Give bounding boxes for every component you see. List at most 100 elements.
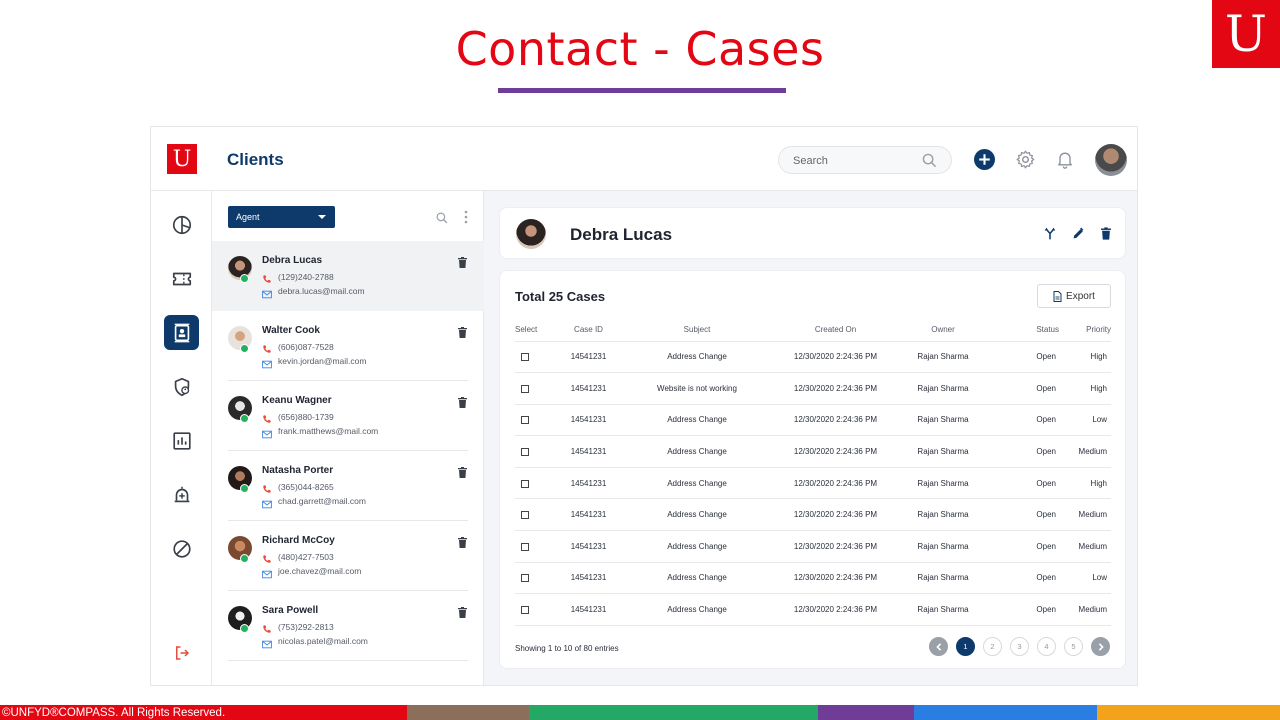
cell-owner: Rajan Sharma: [914, 341, 972, 374]
mail-icon: [262, 356, 272, 374]
cell-subject: Address Change: [637, 435, 757, 468]
cell-select: [515, 530, 540, 563]
trash-icon[interactable]: [458, 605, 467, 623]
cell-select: [515, 341, 540, 374]
column-header-owner[interactable]: Owner: [914, 319, 972, 342]
title-underline: [498, 88, 786, 93]
table-row[interactable]: 14541231 Address Change 12/30/2020 2:24:36…: [515, 593, 1111, 626]
merge-icon[interactable]: [1044, 227, 1056, 245]
page-button[interactable]: 2: [983, 637, 1002, 656]
contact-name: Keanu Wagner: [262, 395, 332, 406]
cell-subject: Address Change: [637, 467, 757, 500]
gear-icon[interactable]: [1014, 148, 1036, 170]
cell-created-on: 12/30/2020 2:24:36 PM: [757, 562, 914, 595]
contact-list-item[interactable]: Debra Lucas (129)240-2788 debra.lucas@ma…: [212, 241, 484, 311]
app-logo[interactable]: U: [167, 144, 197, 174]
app-window: U Clients Search Agent Debra Lucas (129)…: [150, 126, 1138, 686]
logout-button[interactable]: [164, 635, 199, 670]
sidebar-item-contacts[interactable]: [164, 315, 199, 350]
copyright-text: ©UNFYD®COMPASS. All Rights Reserved.: [2, 707, 226, 719]
contact-list-item[interactable]: Natasha Porter (365)044-8265 chad.garret…: [212, 451, 484, 521]
page-button[interactable]: 5: [1064, 637, 1083, 656]
export-button[interactable]: Export: [1037, 284, 1111, 308]
sidebar-rail: [151, 191, 212, 685]
table-row[interactable]: 14541231 Address Change 12/30/2020 2:24:36…: [515, 498, 1111, 532]
search-box[interactable]: [778, 146, 952, 174]
user-avatar[interactable]: [1095, 144, 1127, 176]
row-checkbox[interactable]: [521, 447, 529, 456]
search-input[interactable]: [793, 152, 913, 170]
cell-priority: Medium: [1065, 498, 1111, 532]
table-header-row: Select Case ID Subject Created On Owner …: [515, 319, 1111, 342]
sidebar-item-dashboard[interactable]: [164, 207, 199, 242]
column-header-created-on[interactable]: Created On: [757, 319, 914, 342]
column-header-status[interactable]: Status: [972, 319, 1065, 342]
add-circle-icon[interactable]: [973, 148, 995, 170]
contact-phone: (480)427-7503: [278, 552, 334, 562]
profile-avatar: [516, 219, 546, 249]
cell-created-on: 12/30/2020 2:24:36 PM: [757, 435, 914, 468]
row-checkbox[interactable]: [521, 416, 529, 425]
more-vertical-icon[interactable]: [464, 210, 468, 229]
row-checkbox[interactable]: [521, 353, 529, 362]
column-header-case-id[interactable]: Case ID: [540, 319, 637, 342]
contact-name: Walter Cook: [262, 325, 320, 336]
row-checkbox[interactable]: [521, 479, 529, 488]
table-row[interactable]: 14541231 Address Change 12/30/2020 2:24:36…: [515, 530, 1111, 563]
cell-owner: Rajan Sharma: [914, 498, 972, 532]
cell-status: Open: [972, 498, 1065, 532]
cell-created-on: 12/30/2020 2:24:36 PM: [757, 593, 914, 626]
table-row[interactable]: 14541231 Address Change 12/30/2020 2:24:36…: [515, 341, 1111, 374]
cell-owner: Rajan Sharma: [914, 593, 972, 626]
contact-list-item[interactable]: Walter Cook (606)087-7528 kevin.jordan@m…: [212, 311, 484, 381]
trash-icon[interactable]: [458, 395, 467, 413]
row-checkbox[interactable]: [521, 511, 529, 520]
trash-icon[interactable]: [1101, 227, 1111, 245]
cell-case-id: 14541231: [540, 593, 637, 626]
cell-select: [515, 498, 540, 532]
cell-priority: Medium: [1065, 435, 1111, 468]
column-header-subject[interactable]: Subject: [637, 319, 757, 342]
cell-case-id: 14541231: [540, 530, 637, 563]
row-checkbox[interactable]: [521, 605, 529, 614]
row-checkbox[interactable]: [521, 384, 529, 393]
cell-created-on: 12/30/2020 2:24:36 PM: [757, 341, 914, 374]
edit-icon[interactable]: [1072, 227, 1085, 245]
cell-created-on: 12/30/2020 2:24:36 PM: [757, 498, 914, 532]
next-page-button[interactable]: [1091, 637, 1110, 656]
row-checkbox[interactable]: [521, 574, 529, 583]
column-header-priority[interactable]: Priority: [1065, 319, 1111, 342]
contact-email: kevin.jordan@mail.com: [278, 356, 367, 366]
contact-phone: (606)087-7528: [278, 342, 334, 352]
contact-list-item[interactable]: Keanu Wagner (656)880-1739 frank.matthew…: [212, 381, 484, 451]
agent-filter-dropdown[interactable]: Agent: [228, 206, 335, 228]
sidebar-item-tickets[interactable]: [164, 261, 199, 296]
prev-page-button[interactable]: [929, 637, 948, 656]
trash-icon[interactable]: [458, 465, 467, 483]
cell-subject: Address Change: [637, 404, 757, 437]
table-row[interactable]: 14541231 Address Change 12/30/2020 2:24:36…: [515, 435, 1111, 468]
table-row[interactable]: 14541231 Address Change 12/30/2020 2:24:36…: [515, 404, 1111, 437]
contact-name: Debra Lucas: [262, 255, 323, 266]
sidebar-item-reports[interactable]: [164, 423, 199, 458]
page-button[interactable]: 4: [1037, 637, 1056, 656]
row-checkbox[interactable]: [521, 542, 529, 551]
trash-icon[interactable]: [458, 325, 467, 343]
search-icon[interactable]: [436, 211, 448, 229]
online-status-icon: [240, 484, 249, 493]
sidebar-item-alarms[interactable]: [164, 477, 199, 512]
search-icon[interactable]: [922, 153, 937, 173]
trash-icon[interactable]: [458, 535, 467, 553]
trash-icon[interactable]: [458, 255, 467, 273]
sidebar-item-security[interactable]: [164, 369, 199, 404]
table-row[interactable]: 14541231 Address Change 12/30/2020 2:24:36…: [515, 562, 1111, 595]
online-status-icon: [240, 554, 249, 563]
contact-list-item[interactable]: Sara Powell (753)292-2813 nicolas.patel@…: [212, 591, 484, 661]
sidebar-item-blocked[interactable]: [164, 531, 199, 566]
table-row[interactable]: 14541231 Website is not working 12/30/2020…: [515, 372, 1111, 405]
bell-icon[interactable]: [1054, 148, 1076, 170]
page-button[interactable]: 1: [956, 637, 975, 656]
contact-list-item[interactable]: Richard McCoy (480)427-7503 joe.chavez@m…: [212, 521, 484, 591]
table-row[interactable]: 14541231 Address Change 12/30/2020 2:24:36…: [515, 467, 1111, 500]
page-button[interactable]: 3: [1010, 637, 1029, 656]
